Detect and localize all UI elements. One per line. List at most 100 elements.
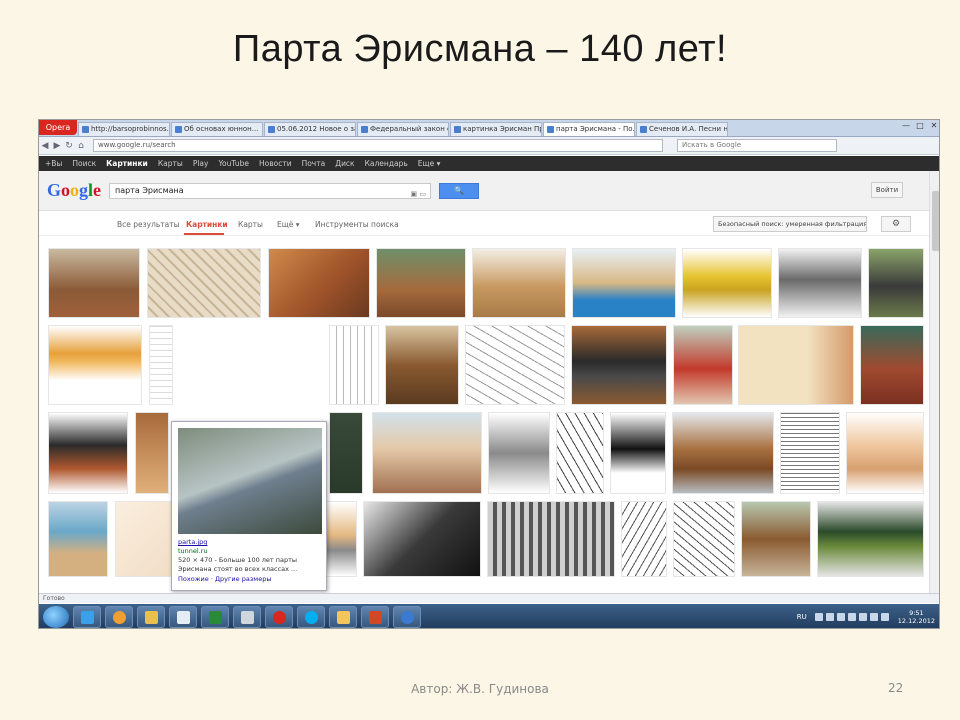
image-thumbnail[interactable] <box>48 325 142 405</box>
preview-image[interactable] <box>178 428 322 534</box>
image-thumbnail[interactable] <box>472 248 566 318</box>
image-thumbnail[interactable] <box>572 248 676 318</box>
browser-tab[interactable]: Федеральный закон о... <box>357 122 449 136</box>
ie-icon[interactable] <box>73 606 101 628</box>
image-thumbnail[interactable] <box>741 501 811 577</box>
image-thumbnail[interactable] <box>465 325 565 405</box>
gbar-item-calendar[interactable]: Календарь <box>365 159 408 168</box>
tray-icon[interactable] <box>858 613 867 621</box>
image-thumbnail[interactable] <box>673 325 733 405</box>
image-thumbnail[interactable] <box>846 412 924 494</box>
safesearch-dropdown[interactable]: Безопасный поиск: умеренная фильтрация ▾ <box>713 216 867 232</box>
image-thumbnail[interactable] <box>571 325 667 405</box>
search-input[interactable]: парта Эрисмана ▣ ▭ <box>109 183 431 199</box>
browser-tab[interactable]: Об основах юннон... <box>171 122 263 136</box>
tray-icon[interactable] <box>814 613 823 621</box>
image-thumbnail[interactable] <box>329 412 363 494</box>
tab-images[interactable]: Картинки <box>186 220 228 229</box>
gbar-item-plus[interactable]: +Вы <box>45 159 62 168</box>
image-thumbnail[interactable] <box>738 325 854 405</box>
search-button[interactable]: 🔍 <box>439 183 479 199</box>
browser-tab[interactable]: http://barsoprobinnos... <box>78 122 170 136</box>
gbar-item-news[interactable]: Новости <box>259 159 292 168</box>
browser-tab-active[interactable]: парта Эрисмана - По... <box>543 122 635 136</box>
preview-filename-link[interactable]: parta.jpg <box>178 538 207 546</box>
back-icon[interactable]: ◀ <box>39 141 51 151</box>
image-thumbnail[interactable] <box>556 412 604 494</box>
reload-icon[interactable]: ↻ <box>63 141 75 151</box>
tray-icon[interactable] <box>836 613 845 621</box>
network-icon[interactable] <box>393 606 421 628</box>
image-thumbnail[interactable] <box>610 412 666 494</box>
image-thumbnail[interactable] <box>778 248 862 318</box>
clock[interactable]: 9:51 12.12.2012 <box>898 609 935 625</box>
scrollbar-thumb[interactable] <box>932 191 939 251</box>
image-thumbnail[interactable] <box>135 412 169 494</box>
vertical-scrollbar[interactable] <box>929 171 939 595</box>
image-thumbnail[interactable] <box>488 412 550 494</box>
maximize-button[interactable]: □ <box>913 120 927 132</box>
minimize-button[interactable]: — <box>899 120 913 132</box>
gbar-item-drive[interactable]: Диск <box>335 159 354 168</box>
image-thumbnail[interactable] <box>48 248 140 318</box>
image-thumbnail[interactable] <box>860 325 924 405</box>
image-thumbnail[interactable] <box>673 501 735 577</box>
gbar-item-youtube[interactable]: YouTube <box>218 159 249 168</box>
powerpoint-icon[interactable] <box>361 606 389 628</box>
image-thumbnail[interactable] <box>147 248 261 318</box>
image-preview-card[interactable]: parta.jpg tunnel.ru 520 × 470 - Больше 1… <box>171 421 327 591</box>
image-thumbnail[interactable] <box>682 248 772 318</box>
search-tools-button[interactable]: Инструменты поиска <box>315 220 399 229</box>
image-thumbnail[interactable] <box>268 248 370 318</box>
image-thumbnail[interactable] <box>363 501 481 577</box>
image-thumbnail[interactable] <box>621 501 667 577</box>
image-thumbnail[interactable] <box>48 501 108 577</box>
browser-tab[interactable]: Сеченов И.А. Песни н... <box>636 122 728 136</box>
calculator-icon[interactable] <box>233 606 261 628</box>
folder-icon[interactable] <box>329 606 357 628</box>
tray-icon[interactable] <box>847 613 856 621</box>
opera-icon[interactable] <box>265 606 293 628</box>
image-thumbnail[interactable] <box>385 325 459 405</box>
gbar-item-mail[interactable]: Почта <box>302 159 326 168</box>
signin-button[interactable]: Войти <box>871 182 903 198</box>
image-thumbnail[interactable] <box>817 501 924 577</box>
tab-maps[interactable]: Карты <box>238 220 263 229</box>
tab-more[interactable]: Ещё ▾ <box>277 220 300 229</box>
image-thumbnail[interactable] <box>376 248 466 318</box>
document-icon[interactable] <box>169 606 197 628</box>
browser-tab[interactable]: картинка Эрисман Пр... <box>450 122 542 136</box>
forward-icon[interactable]: ▶ <box>51 141 63 151</box>
preview-similar-links[interactable]: Похожие · Другие размеры <box>178 575 271 583</box>
tray-icon[interactable] <box>869 613 878 621</box>
excel-icon[interactable] <box>201 606 229 628</box>
opera-menu-button[interactable]: Opera <box>39 120 77 135</box>
browser-search-field[interactable]: Искать в Google <box>677 139 837 152</box>
tab-all-results[interactable]: Все результаты <box>117 220 180 229</box>
image-thumbnail[interactable] <box>780 412 840 494</box>
image-thumbnail[interactable] <box>48 412 128 494</box>
image-thumbnail[interactable] <box>487 501 615 577</box>
skype-icon[interactable] <box>297 606 325 628</box>
gbar-item-play[interactable]: Play <box>193 159 209 168</box>
paint-icon[interactable] <box>137 606 165 628</box>
gear-icon[interactable]: ⚙ <box>881 216 911 232</box>
browser-tab[interactable]: 05.06.2012 Новое о зал... <box>264 122 356 136</box>
camera-icon[interactable]: ▣ ▭ <box>411 187 426 201</box>
image-thumbnail[interactable] <box>149 325 173 405</box>
gbar-item-more[interactable]: Еще ▾ <box>418 159 441 168</box>
image-thumbnail[interactable] <box>868 248 924 318</box>
image-thumbnail[interactable] <box>329 325 379 405</box>
gbar-item-images[interactable]: Картинки <box>106 159 148 168</box>
tray-icon[interactable] <box>825 613 834 621</box>
volume-icon[interactable] <box>880 613 889 621</box>
image-thumbnail[interactable] <box>372 412 482 494</box>
language-indicator[interactable]: RU <box>797 613 807 621</box>
image-thumbnail[interactable] <box>672 412 774 494</box>
close-button[interactable]: ✕ <box>927 120 939 132</box>
gbar-item-maps[interactable]: Карты <box>158 159 183 168</box>
media-player-icon[interactable] <box>105 606 133 628</box>
home-icon[interactable]: ⌂ <box>75 141 87 151</box>
url-field[interactable]: www.google.ru/search <box>93 139 663 152</box>
google-logo[interactable]: Google <box>47 180 101 201</box>
